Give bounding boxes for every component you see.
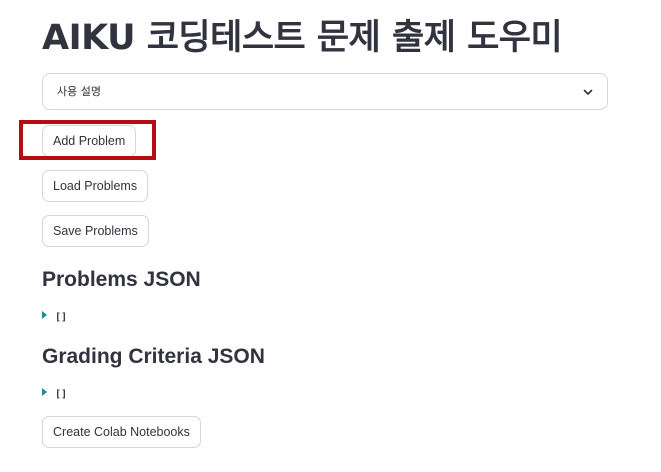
problems-json-title: Problems JSON [42,268,201,291]
expand-caret-icon[interactable] [42,310,47,319]
expand-caret-icon[interactable] [42,387,47,396]
grading-criteria-json-viewer: [] [42,386,67,402]
grading-criteria-json-title: Grading Criteria JSON [42,345,265,368]
chevron-down-icon [583,89,593,95]
expander-label: 사용 설명 [57,85,101,98]
save-problems-button[interactable]: Save Problems [42,215,149,247]
problems-json-value: [] [55,311,68,323]
problems-json-viewer: [] [42,309,67,325]
create-colab-notebooks-button[interactable]: Create Colab Notebooks [42,416,201,448]
grading-criteria-json-value: [] [55,388,68,400]
page-title: AIKU 코딩테스트 문제 출제 도우미 [42,18,563,58]
load-problems-button[interactable]: Load Problems [42,170,149,202]
usage-instructions-expander[interactable]: 사용 설명 [42,73,608,110]
highlight-box [19,120,156,160]
